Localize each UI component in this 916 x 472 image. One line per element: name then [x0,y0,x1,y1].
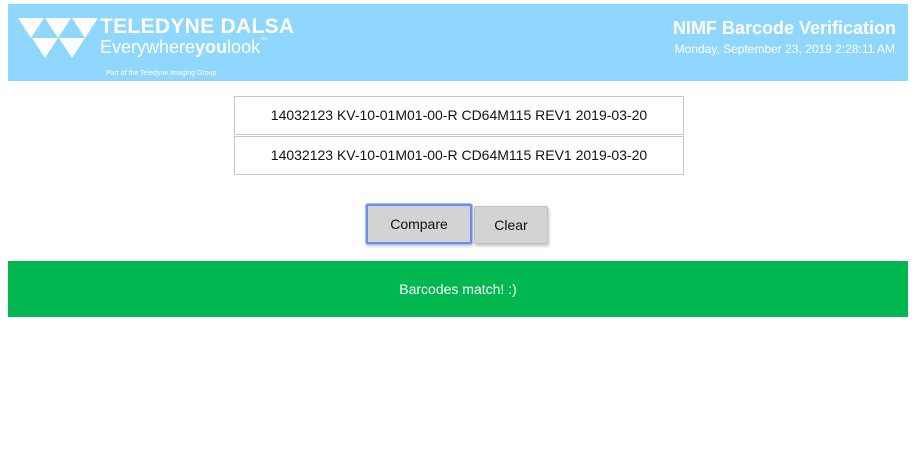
teledyne-logo-mark-icon [18,18,98,58]
tagline-bold: you [195,37,228,57]
tagline-suffix: look [227,37,261,57]
page-title: NIMF Barcode Verification [672,18,896,38]
teledyne-dalsa-logo: TELEDYNE DALSA Everywhereyoulook™ Part o… [18,14,294,79]
trademark-mark: ™ [260,37,268,44]
barcode-input-2[interactable]: 14032123 KV-10-01M01-00-R CD64M115 REV1 … [234,136,684,175]
brand-name: TELEDYNE DALSA [100,15,295,38]
result-message: Barcodes match! :) [399,281,517,297]
datetime-label: Monday, September 23, 2019 2:28:11 AM [674,42,895,56]
compare-button[interactable]: Compare [366,204,472,244]
brand-group-text: Part of the Teledyne Imaging Group [106,70,217,77]
brand-tagline: Everywhereyoulook™ [100,37,267,58]
clear-button[interactable]: Clear [474,206,548,244]
tagline-prefix: Everywhere [100,37,196,57]
result-banner: Barcodes match! :) [8,261,908,317]
app-header: TELEDYNE DALSA Everywhereyoulook™ Part o… [8,4,908,81]
barcode-input-1[interactable]: 14032123 KV-10-01M01-00-R CD64M115 REV1 … [234,96,684,135]
